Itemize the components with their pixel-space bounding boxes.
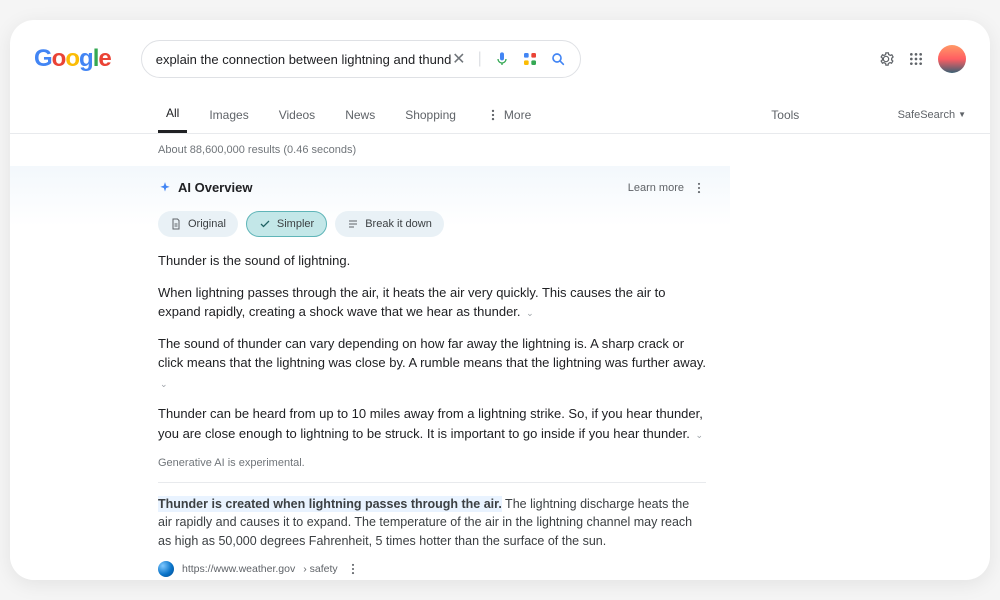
ai-overview-title: AI Overview bbox=[158, 180, 252, 195]
document-icon bbox=[170, 218, 182, 230]
tab-more[interactable]: More bbox=[478, 98, 539, 132]
ai-overview-body: Thunder is the sound of lightning. When … bbox=[158, 251, 706, 472]
chip-break-down[interactable]: Break it down bbox=[335, 211, 444, 237]
divider bbox=[158, 482, 706, 483]
ai-paragraph: The sound of thunder can vary depending … bbox=[158, 334, 706, 393]
search-box[interactable]: ✕ | bbox=[141, 40, 581, 78]
clear-icon[interactable]: ✕ bbox=[452, 49, 465, 69]
search-results-page: Google ✕ | All Images Videos News Shoppi… bbox=[10, 20, 990, 580]
search-icon[interactable] bbox=[550, 51, 566, 67]
expand-icon[interactable]: ⌄ bbox=[160, 379, 168, 389]
expand-icon[interactable]: ⌄ bbox=[696, 430, 704, 440]
more-dots-icon bbox=[486, 108, 500, 122]
result-stats: About 88,600,000 results (0.46 seconds) bbox=[10, 134, 990, 166]
expand-icon[interactable]: ⌄ bbox=[526, 308, 534, 318]
tab-images[interactable]: Images bbox=[201, 98, 256, 132]
learn-more-link[interactable]: Learn more bbox=[628, 182, 684, 194]
ai-paragraph: When lightning passes through the air, i… bbox=[158, 283, 706, 322]
ai-disclaimer: Generative AI is experimental. bbox=[158, 455, 706, 472]
chip-original[interactable]: Original bbox=[158, 211, 238, 237]
ai-paragraph: Thunder is the sound of lightning. bbox=[158, 251, 706, 271]
result-menu-icon[interactable] bbox=[346, 562, 360, 576]
tab-all[interactable]: All bbox=[158, 96, 187, 133]
snippet-highlight: Thunder is created when lightning passes… bbox=[158, 496, 502, 512]
tabs-bar: All Images Videos News Shopping More Too… bbox=[10, 96, 990, 134]
lens-icon[interactable] bbox=[522, 51, 538, 67]
ai-overview-section: AI Overview Learn more Original Simpler … bbox=[10, 166, 730, 580]
header: Google ✕ | bbox=[10, 20, 990, 78]
tab-news[interactable]: News bbox=[337, 98, 383, 132]
featured-snippet: Thunder is created when lightning passes… bbox=[158, 495, 706, 551]
mic-icon[interactable] bbox=[494, 51, 510, 67]
tab-videos[interactable]: Videos bbox=[271, 98, 323, 132]
cite-path: › safety bbox=[303, 563, 337, 575]
avatar[interactable] bbox=[938, 45, 966, 73]
chevron-down-icon: ▼ bbox=[958, 110, 966, 119]
chip-simpler[interactable]: Simpler bbox=[246, 211, 327, 237]
sparkle-icon bbox=[158, 181, 172, 195]
noaa-icon bbox=[158, 561, 174, 577]
ai-paragraph: Thunder can be heard from up to 10 miles… bbox=[158, 404, 706, 443]
list-icon bbox=[347, 218, 359, 230]
tab-shopping[interactable]: Shopping bbox=[397, 98, 464, 132]
result-citation: https://www.weather.gov › safety bbox=[158, 561, 706, 577]
tab-tools[interactable]: Tools bbox=[763, 98, 807, 132]
settings-icon[interactable] bbox=[878, 51, 894, 67]
safesearch-toggle[interactable]: SafeSearch ▼ bbox=[898, 109, 966, 121]
search-input[interactable] bbox=[156, 52, 452, 67]
ai-menu-icon[interactable] bbox=[692, 181, 706, 195]
cite-url[interactable]: https://www.weather.gov bbox=[182, 563, 295, 575]
apps-icon[interactable] bbox=[908, 51, 924, 67]
google-logo[interactable]: Google bbox=[34, 45, 111, 73]
check-icon bbox=[259, 218, 271, 230]
